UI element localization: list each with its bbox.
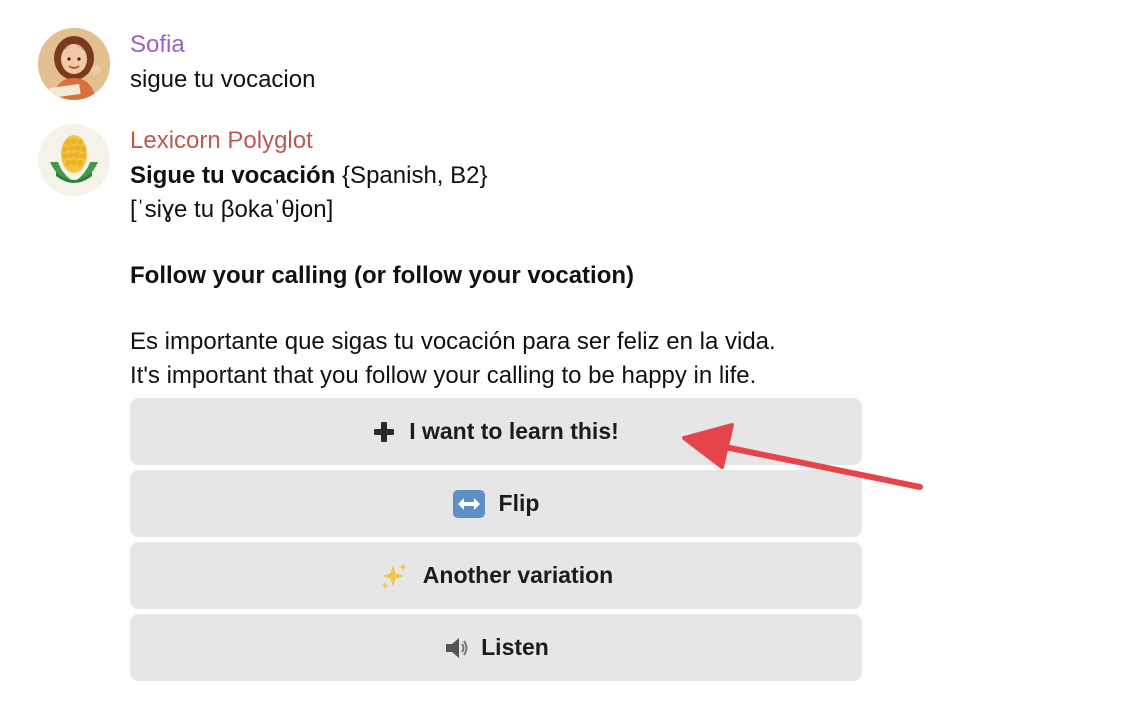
learn-button-label: I want to learn this! — [409, 418, 619, 444]
example-english: It's important that you follow your call… — [130, 362, 757, 389]
variation-button[interactable]: Another variation — [130, 542, 862, 609]
flip-button-label: Flip — [498, 490, 540, 516]
phrase: Sigue tu vocación — [130, 162, 336, 189]
translation: Follow your calling (or follow your voca… — [130, 262, 635, 289]
ipa: [ˈsiɣe tu βokaˈθjon] — [130, 196, 334, 223]
variation-button-label: Another variation — [422, 562, 614, 588]
sender-name: Sofia — [130, 31, 185, 58]
example-spanish: Es importante que sigas tu vocación para… — [130, 328, 776, 355]
message-text: sigue tu vocacion — [130, 66, 316, 93]
listen-button[interactable]: Listen — [130, 614, 862, 681]
message-user: Sofia sigue tu vocacion — [38, 28, 315, 100]
sender-name: Lexicorn Polyglot — [130, 127, 313, 154]
avatar-lexicorn[interactable] — [38, 124, 110, 196]
corn-logo-icon — [38, 124, 110, 196]
listen-button-label: Listen — [481, 634, 549, 660]
message-body: Lexicorn Polyglot Sigue tu vocación {Spa… — [130, 124, 776, 393]
sparkles-icon — [379, 561, 409, 591]
flip-button[interactable]: Flip — [130, 470, 862, 537]
message-body: Sofia sigue tu vocacion — [130, 28, 315, 100]
phrase-line: Sigue tu vocación {Spanish, B2} — [130, 159, 776, 193]
learn-button[interactable]: I want to learn this! — [130, 398, 862, 465]
user-avatar-icon — [38, 28, 110, 100]
left-right-arrow-icon — [452, 489, 485, 518]
avatar-sofia[interactable] — [38, 28, 110, 100]
speaker-icon — [443, 634, 471, 662]
chat-view: Sofia sigue tu vocacion Lexicorn Polyglo… — [0, 0, 1122, 710]
plus-icon — [373, 421, 395, 443]
message-bot: Lexicorn Polyglot Sigue tu vocación {Spa… — [38, 124, 776, 393]
phrase-meta: {Spanish, B2} — [335, 162, 488, 189]
action-buttons: I want to learn this! Flip Another varia… — [130, 398, 862, 686]
